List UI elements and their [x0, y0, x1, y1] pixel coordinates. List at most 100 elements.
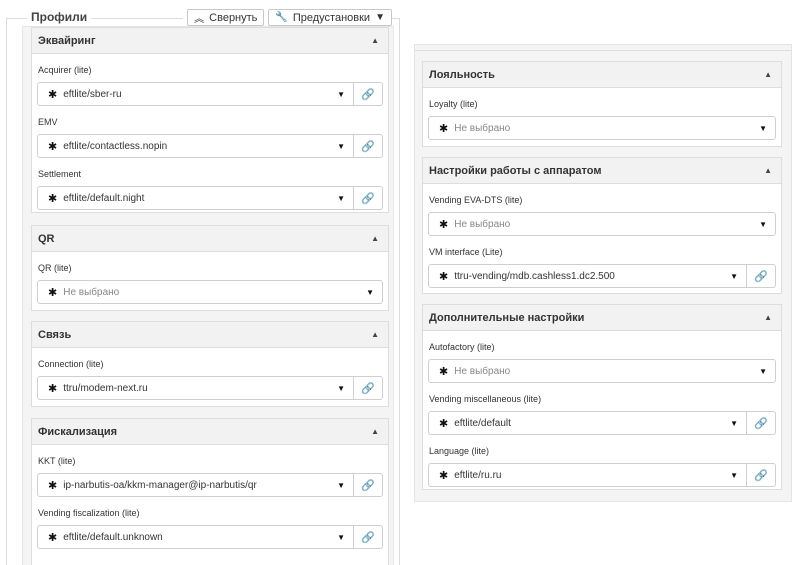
emv-select[interactable]: ✱ eftlite/contactless.nopin ▼	[37, 134, 354, 158]
field-label: Acquirer (lite)	[38, 65, 92, 75]
autofactory-select[interactable]: ✱ Не выбрано ▼	[428, 359, 776, 383]
link-icon: 🔗	[361, 531, 375, 544]
vm-interface-select[interactable]: ✱ ttru-vending/mdb.cashless1.dc2.500 ▼	[428, 264, 747, 288]
panel-qr: QR ▲ QR (lite) ✱ Не выбрано ▼	[31, 225, 389, 311]
collapse-button-label: Свернуть	[209, 11, 258, 24]
settlement-select[interactable]: ✱ eftlite/default.night ▼	[37, 186, 354, 210]
select-value: ttru/modem-next.ru	[63, 382, 148, 394]
loyalty-select[interactable]: ✱ Не выбрано ▼	[428, 116, 776, 140]
select-value: eftlite/contactless.nopin	[63, 140, 168, 152]
field-label: Autofactory (lite)	[429, 342, 495, 352]
link-button[interactable]: 🔗	[354, 525, 383, 549]
link-icon: 🔗	[361, 479, 375, 492]
link-button[interactable]: 🔗	[354, 473, 383, 497]
panel-loyalty: Лояльность ▲ Loyalty (lite) ✱ Не выбрано…	[422, 61, 782, 147]
panel-title: Дополнительные настройки	[429, 311, 585, 324]
select-value: eftlite/default	[454, 417, 511, 429]
panel-connection: Связь ▲ Connection (lite) ✱ ttru/modem-n…	[31, 321, 389, 407]
puzzle-icon: ✱	[48, 140, 58, 153]
collapse-button[interactable]: ︽ Свернуть	[187, 9, 265, 26]
panel-qr-header[interactable]: QR ▲	[32, 226, 388, 252]
chevron-down-icon: ▼	[337, 480, 345, 490]
presets-button[interactable]: 🔧 Предустановки ▼	[268, 9, 392, 26]
select-value: Не выбрано	[454, 218, 511, 230]
link-button[interactable]: 🔗	[747, 463, 776, 487]
vending-misc-field: ✱ eftlite/default ▼ 🔗	[428, 411, 776, 435]
chevron-down-icon: ▼	[337, 141, 345, 151]
vm-interface-field: ✱ ttru-vending/mdb.cashless1.dc2.500 ▼ 🔗	[428, 264, 776, 288]
panel-acquiring: Эквайринг ▲ Acquirer (lite) ✱ eftlite/sb…	[31, 27, 389, 213]
puzzle-icon: ✱	[48, 286, 58, 299]
profiles-legend: Профили	[27, 10, 92, 24]
link-button[interactable]: 🔗	[354, 134, 383, 158]
kkt-field: ✱ ip-narbutis-oa/kkm-manager@ip-narbutis…	[37, 473, 383, 497]
qr-field: ✱ Не выбрано ▼	[37, 280, 383, 304]
language-select[interactable]: ✱ eftlite/ru.ru ▼	[428, 463, 747, 487]
panel-collapse-icon[interactable]: ▲	[371, 234, 379, 243]
acquirer-select[interactable]: ✱ eftlite/sber-ru ▼	[37, 82, 354, 106]
select-value: ttru-vending/mdb.cashless1.dc2.500	[454, 270, 615, 282]
panel-title: Настройки работы с аппаратом	[429, 164, 602, 177]
chevron-down-icon: ▼	[366, 287, 374, 297]
chevron-down-icon: ▼	[337, 193, 345, 203]
link-button[interactable]: 🔗	[747, 264, 776, 288]
kkt-select[interactable]: ✱ ip-narbutis-oa/kkm-manager@ip-narbutis…	[37, 473, 354, 497]
puzzle-icon: ✱	[48, 192, 58, 205]
settlement-field: ✱ eftlite/default.night ▼ 🔗	[37, 186, 383, 210]
panel-title: Фискализация	[38, 425, 118, 438]
panel-collapse-icon[interactable]: ▲	[764, 70, 772, 79]
link-button[interactable]: 🔗	[354, 376, 383, 400]
chevron-down-icon: ▼	[759, 219, 767, 229]
presets-button-label: Предустановки	[292, 11, 371, 24]
panel-extra-header[interactable]: Дополнительные настройки ▲	[423, 305, 781, 331]
panel-loyalty-header[interactable]: Лояльность ▲	[423, 62, 781, 88]
chevron-down-icon: ▼	[730, 271, 738, 281]
panel-fiscal-header[interactable]: Фискализация ▲	[32, 419, 388, 445]
vending-fiscalization-select[interactable]: ✱ eftlite/default.unknown ▼	[37, 525, 354, 549]
puzzle-icon: ✱	[48, 479, 58, 492]
puzzle-icon: ✱	[48, 531, 58, 544]
connection-select[interactable]: ✱ ttru/modem-next.ru ▼	[37, 376, 354, 400]
link-button[interactable]: 🔗	[354, 186, 383, 210]
field-label: Vending fiscalization (lite)	[38, 508, 140, 518]
autofactory-field: ✱ Не выбрано ▼	[428, 359, 776, 383]
select-value: Не выбрано	[454, 122, 511, 134]
field-label: KKT (lite)	[38, 456, 76, 466]
puzzle-icon: ✱	[439, 122, 449, 135]
field-label: Settlement	[38, 169, 82, 179]
chevron-down-icon: ▼	[759, 366, 767, 376]
acquirer-field: ✱ eftlite/sber-ru ▼ 🔗	[37, 82, 383, 106]
puzzle-icon: ✱	[439, 365, 449, 378]
panel-collapse-icon[interactable]: ▲	[371, 427, 379, 436]
panel-connection-header[interactable]: Связь ▲	[32, 322, 388, 348]
panel-title: Связь	[38, 328, 72, 341]
qr-select[interactable]: ✱ Не выбрано ▼	[37, 280, 383, 304]
panel-collapse-icon[interactable]: ▲	[371, 36, 379, 45]
puzzle-icon: ✱	[439, 417, 449, 430]
field-label: Loyalty (lite)	[429, 99, 478, 109]
wrench-icon: 🔧	[275, 12, 288, 23]
select-value: eftlite/default.unknown	[63, 531, 163, 543]
link-icon: 🔗	[754, 270, 768, 283]
panel-acquiring-header[interactable]: Эквайринг ▲	[32, 28, 388, 54]
language-field: ✱ eftlite/ru.ru ▼ 🔗	[428, 463, 776, 487]
link-icon: 🔗	[361, 192, 375, 205]
vending-misc-select[interactable]: ✱ eftlite/default ▼	[428, 411, 747, 435]
field-label: QR (lite)	[38, 263, 72, 273]
panel-title: QR	[38, 232, 55, 245]
link-button[interactable]: 🔗	[747, 411, 776, 435]
panel-extra: Дополнительные настройки ▲ Autofactory (…	[422, 304, 782, 490]
field-label: Connection (lite)	[38, 359, 104, 369]
select-value: Не выбрано	[63, 286, 120, 298]
panel-collapse-icon[interactable]: ▲	[764, 313, 772, 322]
panel-collapse-icon[interactable]: ▲	[371, 330, 379, 339]
panel-collapse-icon[interactable]: ▲	[764, 166, 772, 175]
panel-device-header[interactable]: Настройки работы с аппаратом ▲	[423, 158, 781, 184]
link-button[interactable]: 🔗	[354, 82, 383, 106]
eva-dts-select[interactable]: ✱ Не выбрано ▼	[428, 212, 776, 236]
chevron-down-icon: ▼	[337, 383, 345, 393]
chevron-down-icon: ▼	[375, 12, 385, 23]
puzzle-icon: ✱	[48, 88, 58, 101]
double-chevron-up-icon: ︽	[194, 14, 205, 25]
emv-field: ✱ eftlite/contactless.nopin ▼ 🔗	[37, 134, 383, 158]
